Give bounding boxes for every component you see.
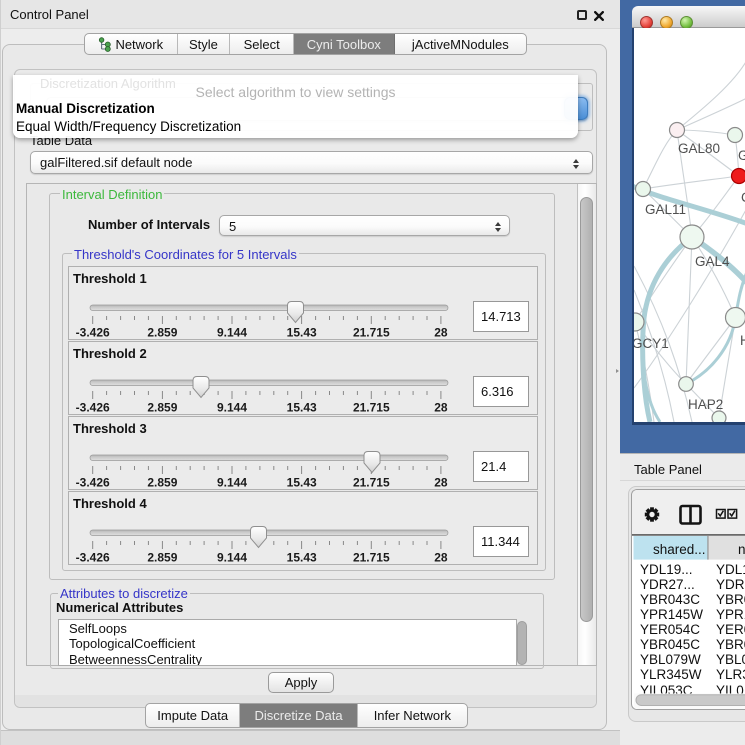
- svg-text:YDR2: YDR2: [716, 577, 745, 592]
- svg-text:GCY1: GCY1: [634, 336, 669, 351]
- svg-text:YBR045C: YBR045C: [640, 637, 700, 652]
- svg-text:2.859: 2.859: [147, 550, 177, 564]
- svg-text:15.43: 15.43: [287, 325, 317, 339]
- svg-text:28: 28: [434, 475, 448, 489]
- svg-text:GAL11: GAL11: [645, 202, 686, 217]
- svg-text:21.715: 21.715: [353, 400, 390, 414]
- svg-text:15.43: 15.43: [287, 400, 317, 414]
- svg-text:28: 28: [434, 400, 448, 414]
- svg-text:21.715: 21.715: [353, 325, 390, 339]
- svg-text:21.715: 21.715: [353, 550, 390, 564]
- svg-text:GAL4: GAL4: [695, 254, 730, 269]
- svg-text:9.144: 9.144: [217, 550, 247, 564]
- svg-text:YDR27...: YDR27...: [640, 577, 695, 592]
- svg-text:YPR1: YPR1: [716, 607, 745, 622]
- svg-text:YBR043C: YBR043C: [640, 592, 700, 607]
- svg-text:YBL079W: YBL079W: [640, 652, 701, 667]
- svg-text:C: C: [741, 190, 745, 205]
- svg-text:28: 28: [434, 325, 448, 339]
- svg-text:YBR0: YBR0: [716, 592, 745, 607]
- svg-text:9.144: 9.144: [217, 400, 247, 414]
- svg-text:-3.426: -3.426: [76, 475, 110, 489]
- svg-text:YLR345W: YLR345W: [640, 667, 702, 682]
- svg-text:2.859: 2.859: [147, 325, 177, 339]
- svg-text:YLR3: YLR3: [716, 667, 745, 682]
- svg-text:15.43: 15.43: [287, 550, 317, 564]
- svg-text:YER0: YER0: [716, 622, 745, 637]
- svg-text:YPR145W: YPR145W: [640, 607, 703, 622]
- svg-text:n: n: [738, 542, 745, 557]
- svg-text:15.43: 15.43: [287, 475, 317, 489]
- svg-text:YBR0: YBR0: [716, 637, 745, 652]
- svg-text:21.715: 21.715: [353, 475, 390, 489]
- svg-text:28: 28: [434, 550, 448, 564]
- svg-text:9.144: 9.144: [217, 475, 247, 489]
- svg-text:GAL: GAL: [738, 148, 745, 163]
- svg-text:YER054C: YER054C: [640, 622, 700, 637]
- svg-text:GAL80: GAL80: [678, 141, 720, 156]
- svg-text:2.859: 2.859: [147, 475, 177, 489]
- svg-text:YDL19...: YDL19...: [640, 562, 693, 577]
- svg-text:YBL0: YBL0: [716, 652, 745, 667]
- svg-text:shared...: shared...: [653, 542, 706, 557]
- svg-text:2.859: 2.859: [147, 400, 177, 414]
- svg-text:YDL1: YDL1: [716, 562, 745, 577]
- svg-text:-3.426: -3.426: [76, 550, 110, 564]
- svg-text:9.144: 9.144: [217, 325, 247, 339]
- svg-text:-3.426: -3.426: [76, 400, 110, 414]
- svg-text:-3.426: -3.426: [76, 325, 110, 339]
- svg-text:HAP2: HAP2: [688, 397, 723, 412]
- svg-text:HIS: HIS: [740, 333, 745, 348]
